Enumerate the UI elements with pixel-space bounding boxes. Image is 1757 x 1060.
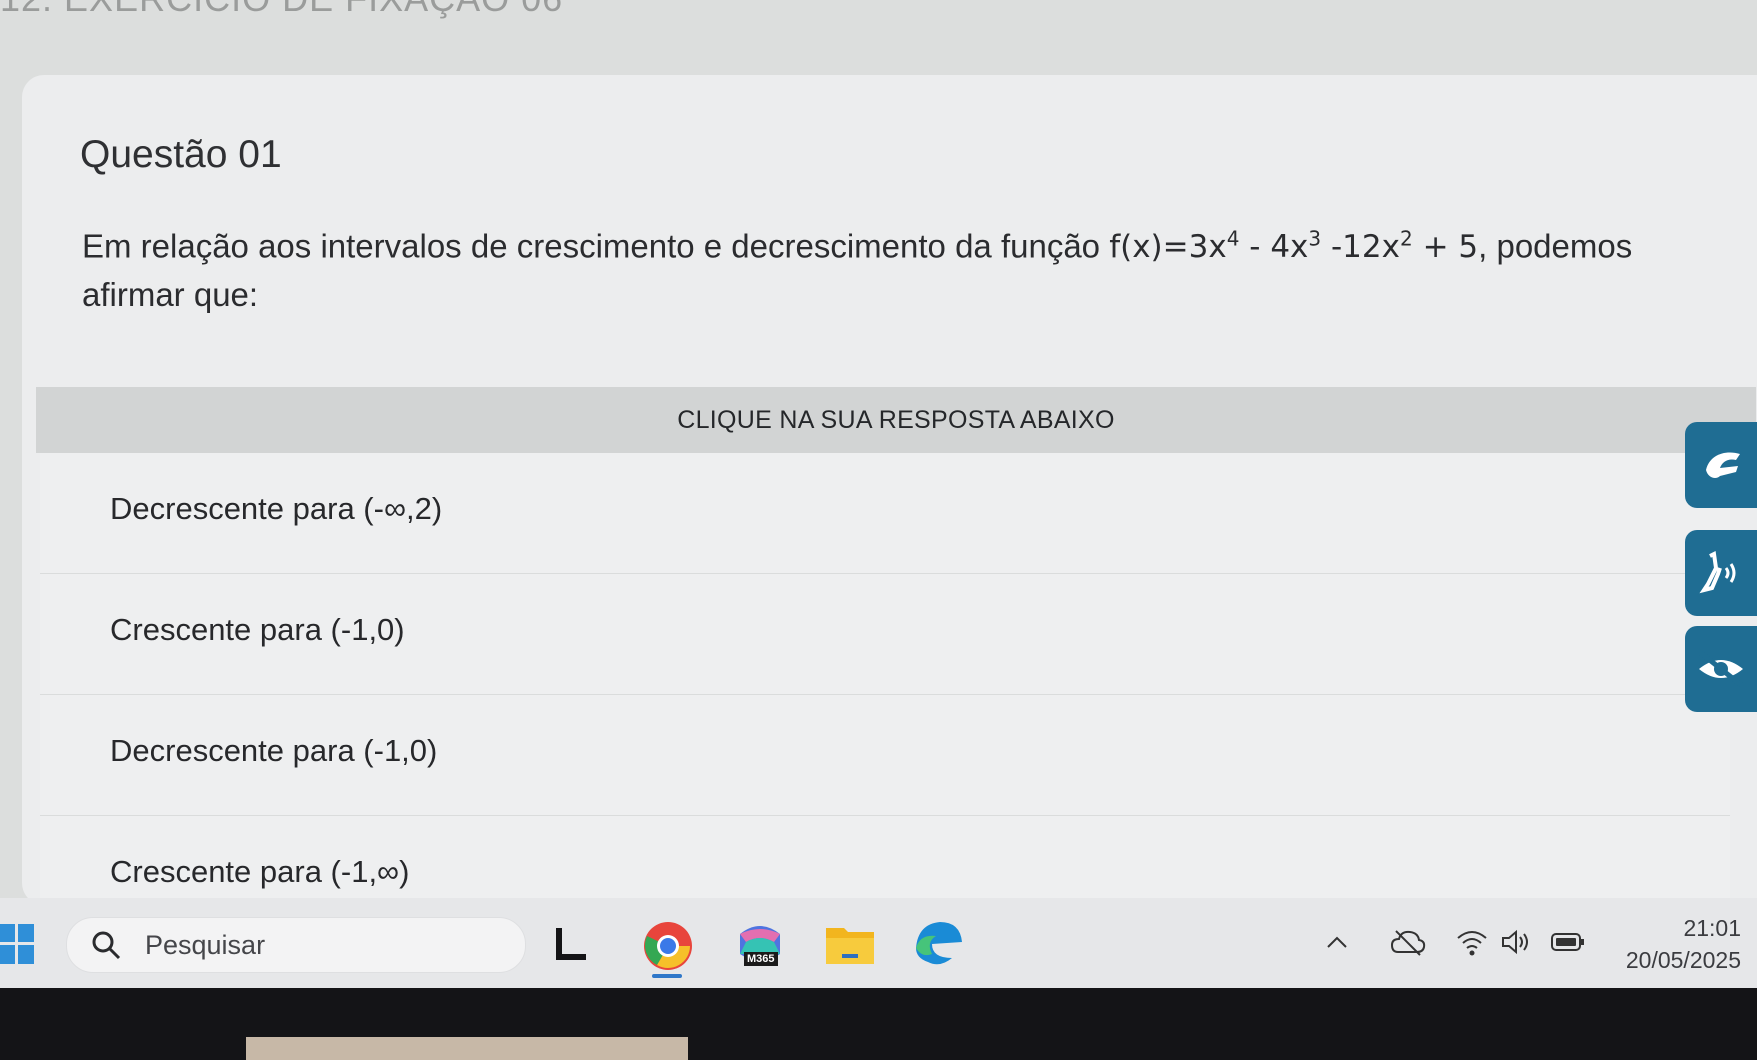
system-clock[interactable]: 21:01 20/05/2025 (1626, 912, 1741, 976)
volume-icon[interactable] (1500, 928, 1532, 956)
answer-option-label: Decrescente para (-∞,2) (110, 491, 443, 526)
hide-eye-icon (1699, 651, 1743, 687)
battery-icon[interactable] (1550, 930, 1586, 954)
m365-badge: M365 (744, 952, 778, 966)
search-placeholder: Pesquisar (145, 930, 266, 960)
active-app-indicator (652, 974, 682, 978)
question-text: Em relação aos intervalos de crescimento… (82, 215, 1742, 319)
desk-surface (246, 1037, 688, 1060)
question-text-before: Em relação aos intervalos de crescimento… (82, 227, 1110, 265)
sign-language-icon (1706, 452, 1740, 478)
answer-prompt: CLIQUE NA SUA RESPOSTA ABAIXO (677, 405, 1115, 434)
clock-date: 20/05/2025 (1625, 947, 1741, 973)
function-expression: f(x)=3x4 - 4x3 -12x2 + 5 (1109, 227, 1479, 266)
chevron-up-icon[interactable] (1325, 932, 1349, 952)
audio-button[interactable] (1685, 530, 1757, 616)
taskbar-search[interactable]: Pesquisar (66, 917, 526, 973)
file-app-icon[interactable] (552, 926, 588, 962)
answer-options: Decrescente para (-∞,2) Crescente para (… (40, 453, 1730, 937)
hide-visual-button[interactable] (1685, 626, 1757, 712)
page-heading: 12. EXERCÍCIO DE FIXAÇÃO 06 (0, 0, 563, 20)
clock-time: 21:01 (1683, 915, 1741, 941)
search-icon (92, 931, 121, 960)
question-card: Questão 01 Em relação aos intervalos de … (22, 75, 1757, 937)
answer-option-label: Crescente para (-1,∞) (110, 854, 410, 889)
question-title: Questão 01 (80, 133, 282, 176)
answer-prompt-bar: CLIQUE NA SUA RESPOSTA ABAIXO (36, 387, 1756, 453)
answer-option-c[interactable]: Decrescente para (-1,0) (40, 695, 1730, 816)
windows-start-icon[interactable] (0, 924, 34, 964)
answer-option-label: Decrescente para (-1,0) (110, 733, 438, 768)
answer-option-a[interactable]: Decrescente para (-∞,2) (40, 453, 1730, 574)
wifi-icon[interactable] (1455, 928, 1489, 956)
sign-language-button[interactable] (1685, 422, 1757, 508)
m365-icon[interactable]: M365 (734, 920, 786, 970)
taskbar: Pesquisar M365 21:01 20/05/2025 (0, 898, 1757, 988)
edge-icon[interactable] (912, 918, 964, 970)
cloud-offline-icon[interactable] (1390, 928, 1426, 956)
chrome-icon[interactable] (642, 920, 694, 972)
audio-speaker-icon (1699, 550, 1736, 594)
file-explorer-icon[interactable] (824, 922, 876, 968)
answer-option-label: Crescente para (-1,0) (110, 612, 405, 647)
answer-option-b[interactable]: Crescente para (-1,0) (40, 574, 1730, 695)
